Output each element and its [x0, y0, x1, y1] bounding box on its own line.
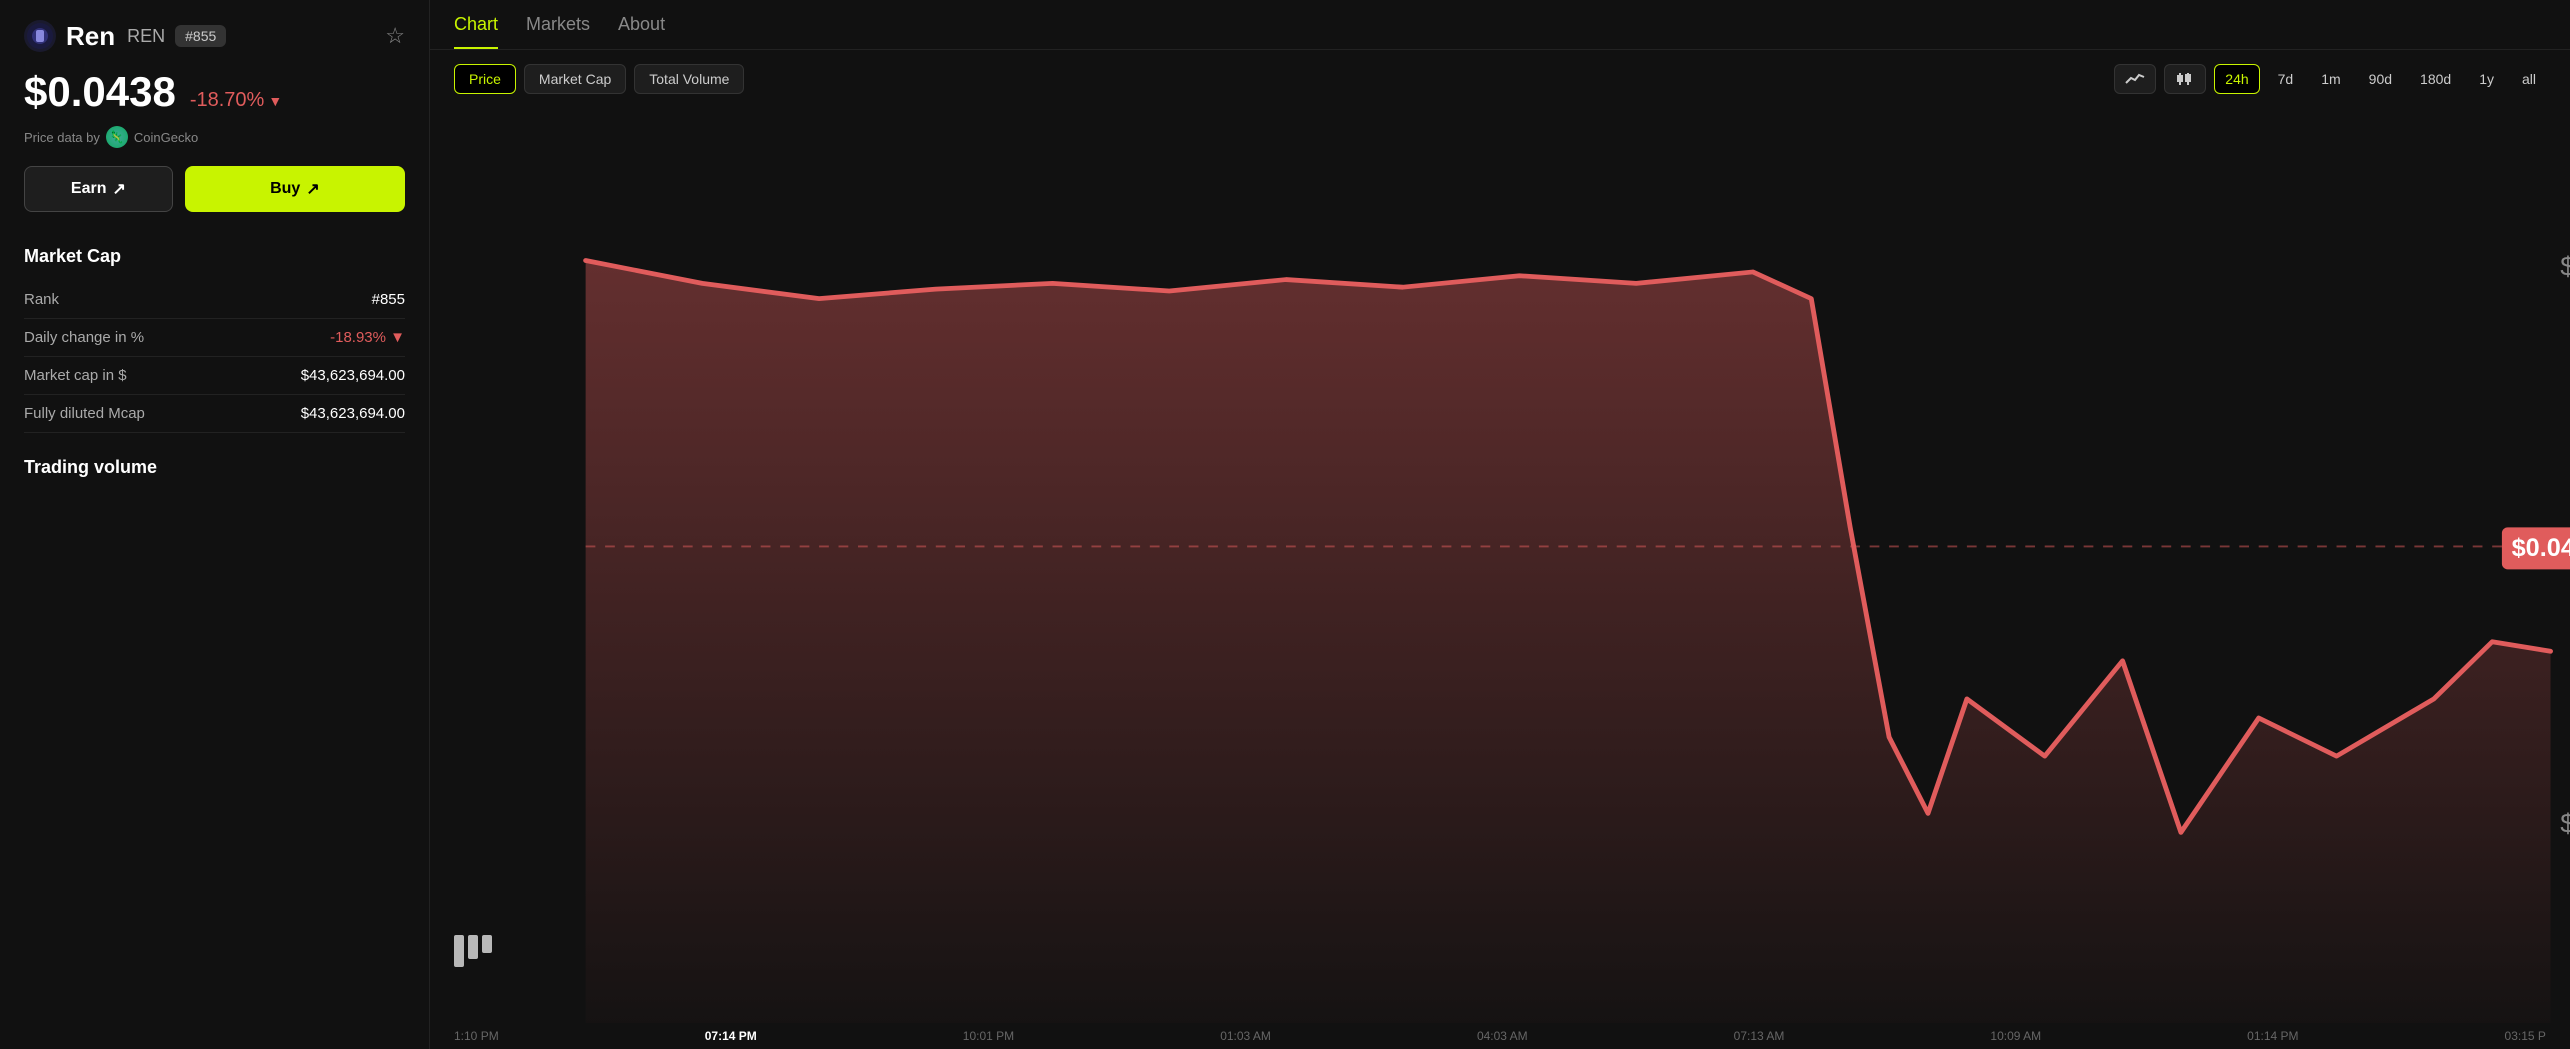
stat-value: $43,623,694.00	[229, 395, 405, 433]
time-label-6: 10:09 AM	[1990, 1029, 2041, 1043]
filter-total-volume[interactable]: Total Volume	[634, 64, 744, 94]
stats-table: Rank#855Daily change in %-18.93% ▼Market…	[24, 281, 405, 433]
chart-controls: Price Market Cap Total Volume 24h 7d 1m …	[430, 50, 2570, 108]
time-1m[interactable]: 1m	[2311, 65, 2350, 93]
time-90d[interactable]: 90d	[2359, 65, 2402, 93]
time-180d[interactable]: 180d	[2410, 65, 2461, 93]
favorite-button[interactable]: ☆	[385, 23, 405, 49]
time-label-2: 10:01 PM	[963, 1029, 1014, 1043]
time-7d[interactable]: 7d	[2268, 65, 2304, 93]
stat-value: $43,623,694.00	[229, 357, 405, 395]
stat-value: #855	[229, 281, 405, 319]
table-row: Rank#855	[24, 281, 405, 319]
buy-button[interactable]: Buy ↗	[185, 166, 405, 212]
svg-text:$0.05: $0.05	[2560, 252, 2570, 282]
stat-label: Market cap in $	[24, 357, 229, 395]
time-label-4: 04:03 AM	[1477, 1029, 1528, 1043]
sidebar: Ren REN #855 ☆ $0.0438 -18.70% ▼ Price d…	[0, 0, 430, 1049]
earn-button[interactable]: Earn ↗	[24, 166, 173, 212]
trading-volume-title: Trading volume	[24, 457, 405, 478]
time-24h[interactable]: 24h	[2214, 64, 2259, 94]
stat-label: Daily change in %	[24, 319, 229, 357]
time-label-3: 01:03 AM	[1220, 1029, 1271, 1043]
coingecko-logo: 🦎	[106, 126, 128, 148]
time-axis: 1:10 PM 07:14 PM 10:01 PM 01:03 AM 04:03…	[430, 1023, 2570, 1049]
chart-area: $0.05 $0.044 $0.04	[430, 108, 2570, 1023]
stat-label: Rank	[24, 281, 229, 319]
stat-label: Fully diluted Mcap	[24, 395, 229, 433]
table-row: Fully diluted Mcap$43,623,694.00	[24, 395, 405, 433]
time-1y[interactable]: 1y	[2469, 65, 2504, 93]
tradingview-logo	[454, 935, 498, 973]
coin-rank: #855	[175, 25, 226, 47]
table-row: Daily change in %-18.93% ▼	[24, 319, 405, 357]
price-change: -18.70% ▼	[190, 89, 282, 112]
action-buttons: Earn ↗ Buy ↗	[24, 166, 405, 212]
tab-chart[interactable]: Chart	[454, 14, 498, 49]
coin-name: Ren	[66, 21, 115, 52]
time-label-7: 01:14 PM	[2247, 1029, 2298, 1043]
price-value: $0.0438	[24, 68, 176, 116]
chart-type-candle[interactable]	[2164, 64, 2206, 94]
time-label-1: 07:14 PM	[705, 1029, 757, 1043]
tabs-bar: Chart Markets About	[430, 0, 2570, 50]
time-all[interactable]: all	[2512, 65, 2546, 93]
earn-icon: ↗	[112, 179, 125, 199]
filter-price[interactable]: Price	[454, 64, 516, 94]
data-source: Price data by 🦎 CoinGecko	[24, 126, 405, 148]
table-row: Market cap in $$43,623,694.00	[24, 357, 405, 395]
market-cap-title: Market Cap	[24, 246, 405, 267]
chart-type-line[interactable]	[2114, 64, 2156, 94]
coin-header: Ren REN #855 ☆	[24, 20, 405, 52]
svg-text:$0.044: $0.044	[2512, 534, 2570, 562]
tab-about[interactable]: About	[618, 14, 665, 49]
tab-markets[interactable]: Markets	[526, 14, 590, 49]
filter-market-cap[interactable]: Market Cap	[524, 64, 626, 94]
main-content: Chart Markets About Price Market Cap Tot…	[430, 0, 2570, 1049]
buy-icon: ↗	[306, 179, 319, 199]
time-label-0: 1:10 PM	[454, 1029, 499, 1043]
time-label-5: 07:13 AM	[1734, 1029, 1785, 1043]
price-chart-svg: $0.05 $0.044 $0.04	[430, 108, 2570, 1023]
coin-symbol: REN	[127, 26, 165, 47]
stat-value: -18.93% ▼	[229, 319, 405, 357]
price-row: $0.0438 -18.70% ▼	[24, 68, 405, 116]
coin-logo	[24, 20, 56, 52]
time-label-8: 03:15 P	[2505, 1029, 2546, 1043]
svg-text:$0.04: $0.04	[2560, 809, 2570, 839]
change-arrow: ▼	[268, 93, 282, 109]
